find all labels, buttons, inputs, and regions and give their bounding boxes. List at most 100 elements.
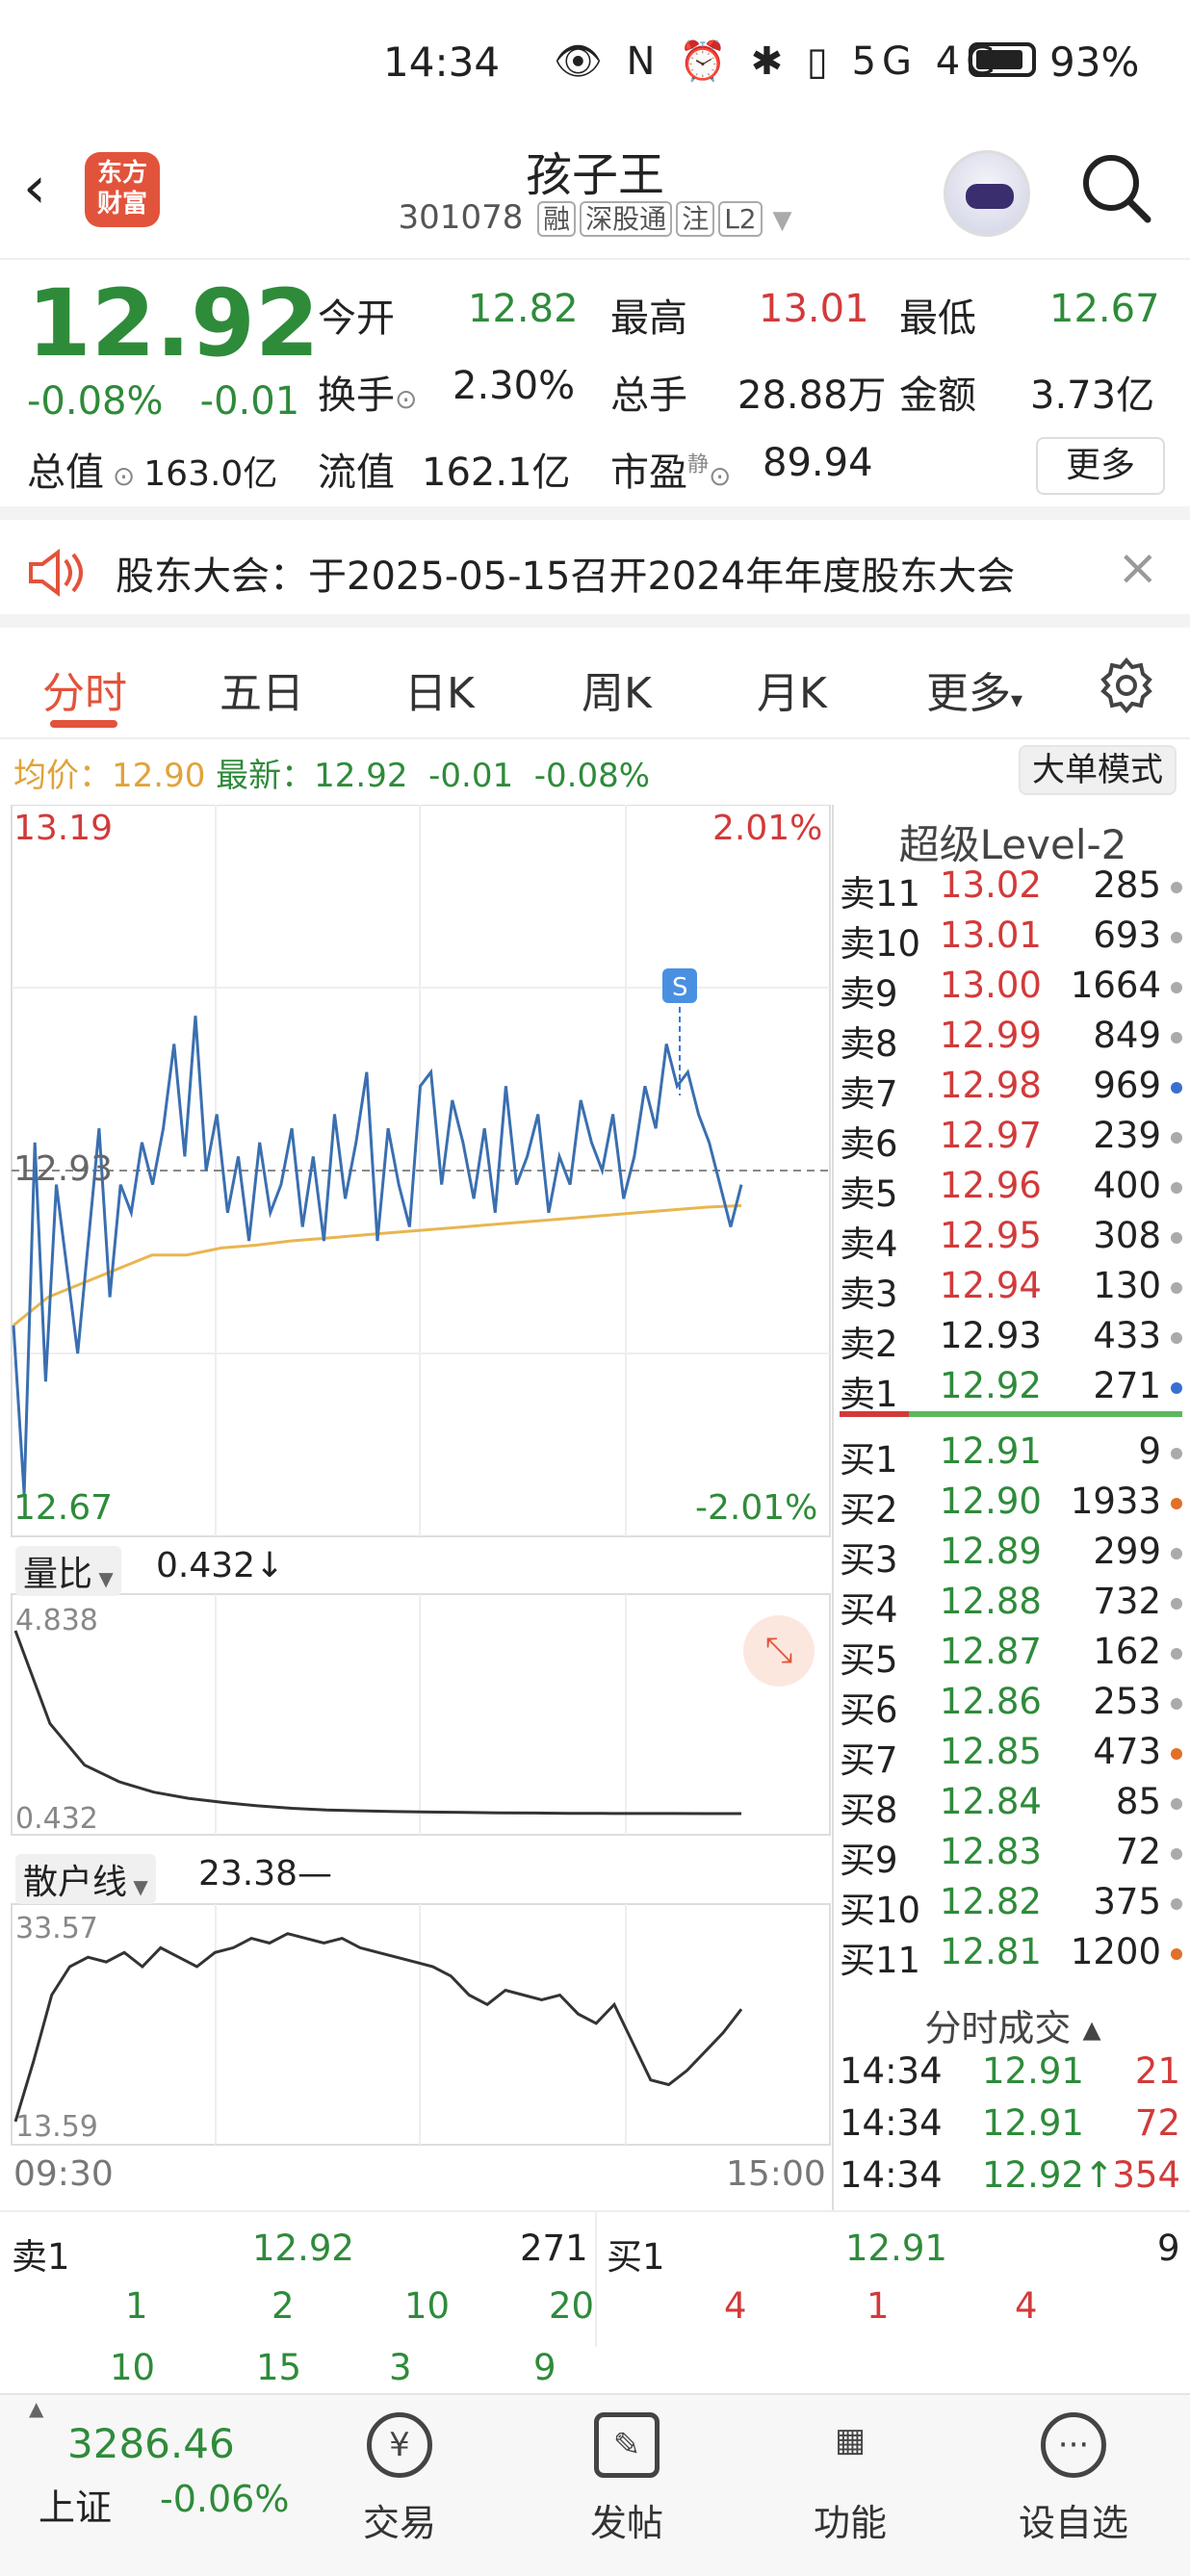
index-pct: -0.06%: [160, 2478, 290, 2520]
orderbook-level-label: 买9: [840, 1840, 898, 1881]
tab-monthly-k-label: 月K: [757, 669, 827, 718]
orderbook-bids-row[interactable]: 买6 12.86 253: [840, 1681, 1186, 1731]
orderbook-bids-row[interactable]: 买5 12.87 162: [840, 1631, 1186, 1681]
settings-gear-icon[interactable]: [1098, 657, 1155, 714]
tab-five-day[interactable]: 五日: [220, 658, 304, 720]
orderbook-level-label: 卖7: [840, 1073, 898, 1115]
open-label: 今开: [318, 296, 395, 341]
tab-daily-k[interactable]: 日K: [404, 658, 475, 720]
info-icon[interactable]: ⊙: [104, 460, 143, 492]
orderbook-bids-row[interactable]: 买11 12.81 1200: [840, 1931, 1186, 1981]
info-icon[interactable]: ⊙: [395, 383, 417, 415]
orderbook-asks-row[interactable]: 卖10 13.01 693: [840, 914, 1186, 965]
tag-registered: 注: [676, 201, 715, 237]
queue-buy-vol: 9: [1157, 2228, 1180, 2269]
orderbook-asks-row[interactable]: 卖4 12.95 308: [840, 1215, 1186, 1265]
trade-row: 14:34 12.91 21: [840, 2050, 1186, 2100]
orderbook-bids-row[interactable]: 买10 12.82 375: [840, 1881, 1186, 1931]
orderbook-bids-row[interactable]: 买4 12.88 732: [840, 1581, 1186, 1631]
caret-down-icon[interactable]: ▼: [772, 206, 791, 235]
tab-more[interactable]: 更多▾: [926, 658, 1022, 720]
orderbook-price: 12.98: [940, 1065, 1042, 1106]
buy-queue-order: 4: [724, 2285, 747, 2327]
order-flag-dot: [1171, 1032, 1182, 1043]
orderbook-volume: 732: [1093, 1581, 1161, 1622]
order-flag-dot: [1171, 1382, 1182, 1394]
orderbook-price: 12.90: [940, 1481, 1042, 1522]
orderbook-price: 12.94: [940, 1265, 1042, 1306]
retail-line-label: 散户线: [23, 1863, 128, 1902]
orderbook-asks-row[interactable]: 卖3 12.94 130: [840, 1265, 1186, 1315]
status-icons: 👁 N ⏰ ✱ ▯ 5G 4G: [554, 39, 1002, 84]
tick-trades-title[interactable]: 分时成交 ▴: [834, 1998, 1190, 2051]
notice-bar[interactable]: 股东大会：于2025-05-15召开2024年年度股东大会 ×: [0, 520, 1190, 628]
orderbook-asks-row[interactable]: 卖6 12.97 239: [840, 1115, 1186, 1165]
orderbook-price: 12.87: [940, 1631, 1042, 1672]
orderbook-asks-row[interactable]: 卖1 12.92 271: [840, 1365, 1186, 1415]
buy-queue-order: 4: [1015, 2285, 1038, 2327]
order-flag-dot: [1171, 1648, 1182, 1660]
active-tab-indicator: [50, 720, 117, 728]
total-value[interactable]: 总值 ⊙ 163.0亿: [27, 441, 277, 497]
nav-post-label: 发帖: [589, 2502, 663, 2544]
big-order-mode-button[interactable]: 大单模式: [1019, 745, 1177, 795]
sell-queue-order: 9: [533, 2347, 556, 2388]
orderbook-bids-row[interactable]: 买3 12.89 299: [840, 1531, 1186, 1581]
orderbook-price: 12.83: [940, 1831, 1042, 1872]
order-flag-dot: [1171, 1332, 1182, 1344]
orderbook-asks-row[interactable]: 卖8 12.99 849: [840, 1015, 1186, 1065]
more-button[interactable]: 更多: [1036, 437, 1165, 495]
orderbook-volume: 473: [1093, 1731, 1161, 1772]
queue-sell-vol: 271: [520, 2228, 588, 2269]
nav-post[interactable]: ✎ 发帖: [555, 2412, 699, 2546]
search-icon[interactable]: [1078, 150, 1153, 225]
nav-functions[interactable]: ▦ 功能: [778, 2412, 922, 2546]
ref-price-label: 12.93: [13, 1149, 114, 1189]
orderbook-level-label: 卖5: [840, 1173, 898, 1215]
orderbook-level-label: 卖4: [840, 1224, 898, 1265]
orderbook-bids-row[interactable]: 买7 12.85 473: [840, 1731, 1186, 1781]
caret-up-icon: ▲: [29, 2397, 44, 2420]
nav-add-watchlist-label: 设自选: [1018, 2502, 1128, 2544]
orderbook-volume: 72: [1115, 1831, 1161, 1872]
tab-intraday[interactable]: 分时: [42, 658, 127, 720]
trade-price: 12.92↑: [982, 2154, 1114, 2196]
orderbook-bids-row[interactable]: 买2 12.90 1933: [840, 1481, 1186, 1531]
orderbook-price: 12.84: [940, 1781, 1042, 1822]
sell-queue-order: 15: [256, 2347, 302, 2388]
pe-label[interactable]: 市盈静⊙: [610, 441, 731, 497]
nav-add-watchlist[interactable]: ··· 设自选: [1001, 2412, 1146, 2546]
tab-monthly-k[interactable]: 月K: [757, 658, 827, 720]
orderbook-price: 13.02: [940, 864, 1042, 906]
orderbook-asks-row[interactable]: 卖5 12.96 400: [840, 1165, 1186, 1215]
retail-line-selector[interactable]: 散户线 ▼: [15, 1854, 156, 1904]
turnover-label[interactable]: 换手⊙: [318, 364, 417, 420]
orderbook-asks-row[interactable]: 卖11 13.02 285: [840, 864, 1186, 914]
index-value[interactable]: 3286.46: [67, 2420, 235, 2467]
sell-queue-order: 3: [389, 2347, 412, 2388]
orderbook-bids-row[interactable]: 买8 12.84 85: [840, 1781, 1186, 1831]
pe-static-sup: 静: [687, 452, 710, 477]
orderbook-bids-row[interactable]: 买1 12.91 9: [840, 1430, 1186, 1481]
orderbook-bids-row[interactable]: 买9 12.83 72: [840, 1831, 1186, 1881]
notice-text: 股东大会：于2025-05-15召开2024年年度股东大会: [116, 554, 1016, 599]
orderbook-volume: 162: [1093, 1631, 1161, 1672]
order-flag-dot: [1171, 1798, 1182, 1810]
tab-weekly-k[interactable]: 周K: [582, 658, 652, 720]
orderbook-asks-row[interactable]: 卖9 13.00 1664: [840, 965, 1186, 1015]
orderbook-asks-row[interactable]: 卖2 12.93 433: [840, 1315, 1186, 1365]
close-icon[interactable]: ×: [1117, 539, 1159, 597]
orderbook-asks-row[interactable]: 卖7 12.98 969: [840, 1065, 1186, 1115]
level2-title[interactable]: 超级Level-2: [834, 812, 1190, 871]
period-tabs: 分时 五日 日K 周K 月K 更多▾: [0, 628, 1190, 739]
volume-ratio-selector[interactable]: 量比 ▼: [15, 1546, 121, 1596]
intraday-chart-area[interactable]: S 13.19 2.01% 12.93 12.67 -2.01% 量比 ▼ 0.…: [0, 805, 832, 2210]
robot-assistant-icon[interactable]: [944, 150, 1030, 237]
nav-trade[interactable]: ¥ 交易: [327, 2412, 472, 2546]
order-flag-dot: [1171, 1232, 1182, 1244]
order-flag-dot: [1171, 1182, 1182, 1194]
info-icon[interactable]: ⊙: [709, 460, 731, 492]
orderbook-level-label: 买10: [840, 1890, 921, 1931]
expand-icon[interactable]: ⤡: [743, 1615, 815, 1687]
orderbook-price: 13.00: [940, 965, 1042, 1006]
